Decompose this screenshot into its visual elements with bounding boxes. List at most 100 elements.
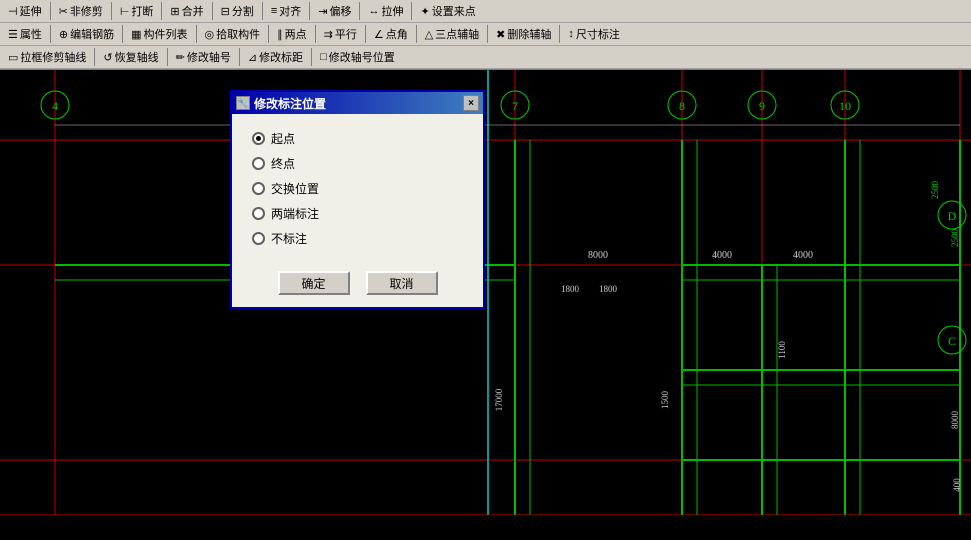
btn-quqigoujian[interactable]: ◎ 拾取构件: [201, 25, 265, 43]
sep5: [262, 2, 263, 20]
toolbar-area: ⊣ 延伸 ✂ 非修剪 ⊢ 打断 ⊞ 合并 ⊟ 分割 ≡ 对齐 ⇥: [0, 0, 971, 70]
xiugaizhouhou-icon: ✏: [176, 51, 185, 64]
shuxing-icon: ☰: [8, 28, 18, 41]
toolbar-row-3: ▭ 拉框修剪轴线 ↺ 恢复轴线 ✏ 修改轴号 ⊿ 修改标距 □ 修改轴号位置: [0, 46, 971, 69]
cancel-button[interactable]: 取消: [366, 271, 438, 295]
dialog-title: 🔧 修改标注位置: [236, 95, 326, 112]
radio-circle-liangduanbianzhu: [252, 207, 265, 220]
xiugaizhuhouweizhi-icon: □: [320, 51, 327, 63]
sep11: [196, 25, 197, 43]
svg-text:400: 400: [952, 478, 962, 492]
sep14: [365, 25, 366, 43]
dialog-titlebar: 🔧 修改标注位置 ×: [232, 92, 483, 114]
btn-shuxing[interactable]: ☰ 属性: [4, 25, 46, 43]
btn-xiugaizhouhou[interactable]: ✏ 修改轴号: [172, 48, 235, 66]
huifuzhouzhou-icon: ↺: [103, 51, 112, 64]
sep10: [122, 25, 123, 43]
sep20: [239, 48, 240, 66]
btn-liangdian[interactable]: ∥ 两点: [273, 25, 311, 43]
svg-text:1800: 1800: [561, 284, 580, 294]
radio-item-zhongdian[interactable]: 终点: [252, 155, 463, 172]
btn-dianjiao[interactable]: ∠ 点角: [370, 25, 412, 43]
btn-duiqi[interactable]: ≡ 对齐: [267, 2, 305, 20]
sep17: [559, 25, 560, 43]
btn-chicunzhu[interactable]: ↕ 尺寸标注: [564, 25, 624, 43]
pianyi-icon: ⇥: [318, 5, 327, 18]
dialog-buttons: 确定 取消: [252, 267, 463, 295]
dialog-content: 起点 终点 交换位置 两端标注: [232, 114, 483, 307]
btn-xiugaibiaozhu[interactable]: ⊿ 修改标距: [244, 48, 307, 66]
btn-heping[interactable]: ⊞ 合并: [166, 2, 207, 20]
yanshen-icon: ⊣: [8, 5, 18, 18]
btn-fenjian[interactable]: ⊟ 分割: [217, 2, 258, 20]
radio-label-liangduanbianzhu: 两端标注: [271, 205, 319, 222]
radio-label-qidian: 起点: [271, 130, 295, 147]
radio-item-qidian[interactable]: 起点: [252, 130, 463, 147]
sep15: [416, 25, 417, 43]
btn-lakuangxiu[interactable]: ▭ 拉框修剪轴线: [4, 48, 90, 66]
sep16: [487, 25, 488, 43]
svg-text:8: 8: [679, 99, 685, 113]
btn-goujianliebiao[interactable]: ▦ 构件列表: [127, 25, 191, 43]
toolbar-row-1: ⊣ 延伸 ✂ 非修剪 ⊢ 打断 ⊞ 合并 ⊟ 分割 ≡ 对齐 ⇥: [0, 0, 971, 23]
svg-text:1500: 1500: [660, 391, 670, 410]
btn-pinxing[interactable]: ⇉ 平行: [320, 25, 361, 43]
dialog-title-icon: 🔧: [236, 96, 250, 110]
lashen-icon: ↔: [368, 5, 379, 17]
sep21: [311, 48, 312, 66]
btn-shanchufuzhou[interactable]: ✖ 删除辅轴: [492, 25, 555, 43]
radio-label-bubianzhu: 不标注: [271, 230, 307, 247]
radio-circle-zhongdian: [252, 157, 265, 170]
btn-sandianfuzhou[interactable]: △ 三点辅轴: [421, 25, 483, 43]
radio-circle-bubianzhu: [252, 232, 265, 245]
btn-huifuzhouzhou[interactable]: ↺ 恢复轴线: [99, 48, 162, 66]
dialog-close-button[interactable]: ×: [463, 95, 479, 111]
btn-yanshen[interactable]: ⊣ 延伸: [4, 2, 46, 20]
radio-item-jiaohuanweizhi[interactable]: 交换位置: [252, 180, 463, 197]
btn-feijianji[interactable]: ✂ 非修剪: [55, 2, 107, 20]
liangdian-icon: ∥: [277, 28, 283, 41]
sep3: [161, 2, 162, 20]
svg-text:4000: 4000: [712, 250, 732, 261]
toolbar-row-2: ☰ 属性 ⊕ 编辑钢筋 ▦ 构件列表 ◎ 拾取构件 ∥ 两点 ⇉ 平行 ∠: [0, 23, 971, 46]
dianjiao-icon: ∠: [374, 28, 384, 41]
radio-item-bubianzhu[interactable]: 不标注: [252, 230, 463, 247]
btn-bianjiganjin[interactable]: ⊕ 编辑钢筋: [55, 25, 118, 43]
svg-text:4: 4: [52, 99, 58, 113]
dajin-icon: ⊢: [120, 5, 130, 18]
radio-item-liangduanbianzhu[interactable]: 两端标注: [252, 205, 463, 222]
svg-text:2500: 2500: [930, 181, 940, 200]
svg-text:8000: 8000: [588, 250, 608, 261]
fenjian-icon: ⊟: [221, 5, 230, 18]
svg-text:17000: 17000: [494, 388, 504, 411]
feijianji-icon: ✂: [59, 5, 68, 18]
confirm-button[interactable]: 确定: [278, 271, 350, 295]
heping-icon: ⊞: [170, 5, 179, 18]
svg-text:2500: 2500: [950, 229, 960, 248]
xiugaibiaozhu-icon: ⊿: [248, 51, 257, 64]
bianjiganjin-icon: ⊕: [59, 28, 68, 41]
lakuangxiu-icon: ▭: [8, 51, 18, 64]
btn-lashen[interactable]: ↔ 拉伸: [364, 2, 407, 20]
dialog-modify-position: 🔧 修改标注位置 × 起点 终点 交换位置: [230, 90, 485, 309]
sep8: [411, 2, 412, 20]
goujianliebiao-icon: ▦: [131, 28, 141, 41]
cad-drawing: 4 7 8 9 10 C D 2500 2500 8000 8000 4000 …: [0, 70, 971, 515]
btn-dajin[interactable]: ⊢ 打断: [116, 2, 158, 20]
btn-shezhi[interactable]: ✦ 设置来点: [416, 2, 479, 20]
radio-circle-jiaohuanweizhi: [252, 182, 265, 195]
btn-xiugaizhuhouweizhi[interactable]: □ 修改轴号位置: [316, 48, 399, 66]
sep13: [315, 25, 316, 43]
svg-text:C: C: [948, 334, 956, 348]
svg-text:7: 7: [512, 99, 518, 113]
svg-text:1800: 1800: [599, 284, 618, 294]
chicunzhu-icon: ↕: [568, 28, 574, 40]
sep7: [359, 2, 360, 20]
radio-group: 起点 终点 交换位置 两端标注: [252, 130, 463, 247]
svg-text:8000: 8000: [950, 411, 960, 430]
svg-text:1100: 1100: [777, 341, 787, 359]
svg-text:10: 10: [839, 99, 851, 113]
btn-pianyi[interactable]: ⇥ 偏移: [314, 2, 355, 20]
sep4: [212, 2, 213, 20]
sep12: [268, 25, 269, 43]
